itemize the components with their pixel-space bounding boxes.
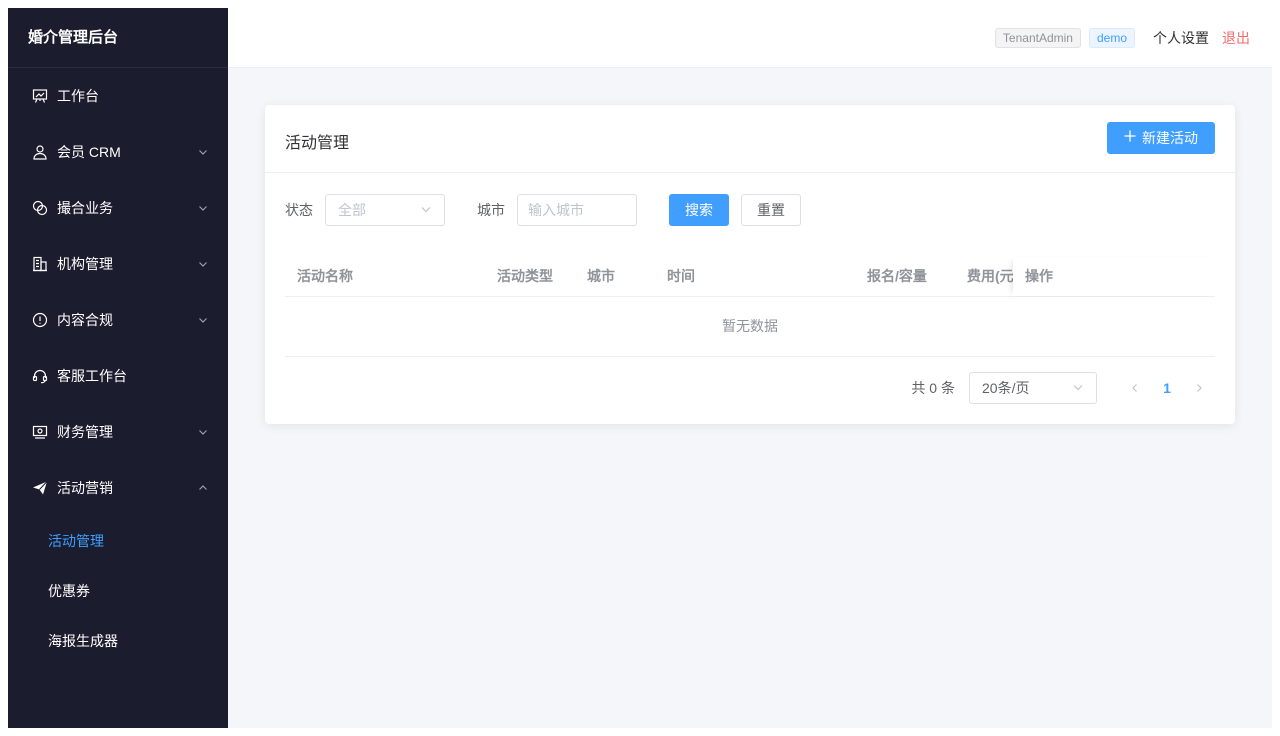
chevron-down-icon [198, 315, 208, 325]
event-management-card: 活动管理 新建活动 状态 全部 城市 搜索 重置 活动名称 [265, 105, 1235, 424]
app-frame: 婚介管理后台 工作台 会员 CRM 撮合业务 机构管理 内容合规 客服工作台 财… [8, 8, 1272, 728]
fixed-action-column: 操作 [1013, 258, 1215, 296]
header-actions: TenantAdmin demo 个人设置 退出 [994, 8, 1250, 68]
sidebar-item-workbench[interactable]: 工作台 [8, 68, 228, 124]
status-select-value: 全部 [338, 202, 366, 218]
empty-state: 暂无数据 [285, 297, 1215, 357]
city-input[interactable] [517, 194, 637, 226]
presentation-board-icon [32, 88, 48, 104]
top-header: TenantAdmin demo 个人设置 退出 [228, 8, 1272, 68]
pagination: 共 0 条 20条/页 1 [911, 372, 1215, 404]
column-header-city: 城市 [587, 268, 615, 284]
sidebar-item-label: 工作台 [57, 88, 99, 104]
chevron-down-icon [198, 427, 208, 437]
page-number-current[interactable]: 1 [1151, 372, 1183, 404]
column-header-fee: 费用(元) [967, 268, 1013, 284]
sidebar-item-label: 撮合业务 [57, 200, 113, 216]
search-button[interactable]: 搜索 [669, 194, 729, 226]
chevron-down-icon [420, 202, 432, 218]
sidebar-subitem-event-management[interactable]: 活动管理 [8, 516, 228, 566]
sidebar-item-label: 会员 CRM [57, 144, 121, 160]
sidebar-item-organization[interactable]: 机构管理 [8, 236, 228, 292]
sidebar-item-member-crm[interactable]: 会员 CRM [8, 124, 228, 180]
profile-settings-link[interactable]: 个人设置 [1153, 28, 1209, 48]
prev-page-button[interactable] [1119, 372, 1151, 404]
page-title: 活动管理 [285, 135, 350, 152]
page-size-select[interactable]: 20条/页 [969, 372, 1097, 404]
sidebar-item-matching[interactable]: 撮合业务 [8, 180, 228, 236]
city-label: 城市 [477, 202, 505, 218]
sidebar-item-label: 活动营销 [57, 480, 113, 496]
plus-icon [1124, 130, 1136, 146]
sidebar-item-content-compliance[interactable]: 内容合规 [8, 292, 228, 348]
send-icon [32, 480, 48, 496]
sidebar-item-event-marketing[interactable]: 活动营销 [8, 460, 228, 516]
new-event-button[interactable]: 新建活动 [1107, 122, 1215, 154]
filter-bar: 状态 全部 城市 搜索 重置 [285, 194, 801, 226]
headset-icon [32, 368, 48, 384]
chevron-down-icon [198, 147, 208, 157]
chevron-left-icon [1132, 384, 1137, 392]
card-header: 活动管理 新建活动 [265, 105, 1235, 173]
status-label: 状态 [285, 202, 313, 218]
chevron-right-icon [1197, 384, 1202, 392]
column-header-name: 活动名称 [297, 268, 353, 284]
new-event-label: 新建活动 [1142, 130, 1198, 146]
sidebar-item-label: 财务管理 [57, 424, 113, 440]
chevron-down-icon [198, 203, 208, 213]
chevron-down-icon [198, 259, 208, 269]
sidebar-subitem-coupons[interactable]: 优惠券 [8, 566, 228, 616]
sidebar-subitem-poster-generator[interactable]: 海报生成器 [8, 616, 228, 666]
sidebar: 婚介管理后台 工作台 会员 CRM 撮合业务 机构管理 内容合规 客服工作台 财… [8, 8, 228, 728]
sidebar-item-label: 客服工作台 [57, 368, 127, 384]
warning-circle-icon [32, 312, 48, 328]
chevron-up-icon [198, 483, 208, 493]
page-size-value: 20条/页 [982, 380, 1030, 396]
chevron-down-icon [1072, 380, 1084, 396]
column-header-actions: 操作 [1025, 268, 1053, 284]
username-tag: demo [1088, 28, 1135, 48]
table-header: 活动名称 活动类型 城市 时间 报名/容量 费用(元) 操作 [285, 258, 1215, 297]
column-header-type: 活动类型 [497, 268, 553, 284]
sidebar-item-finance[interactable]: 财务管理 [8, 404, 228, 460]
reset-button[interactable]: 重置 [741, 194, 801, 226]
sidebar-item-label: 机构管理 [57, 256, 113, 272]
logout-link[interactable]: 退出 [1222, 28, 1250, 48]
sidebar-item-customer-service[interactable]: 客服工作台 [8, 348, 228, 404]
status-select[interactable]: 全部 [325, 194, 445, 226]
user-icon [32, 144, 48, 160]
app-title: 婚介管理后台 [8, 8, 228, 68]
column-header-signup-capacity: 报名/容量 [867, 268, 927, 284]
column-header-time: 时间 [667, 268, 695, 284]
building-icon [32, 256, 48, 272]
next-page-button[interactable] [1183, 372, 1215, 404]
events-table: 活动名称 活动类型 城市 时间 报名/容量 费用(元) 操作 暂无数据 [285, 258, 1215, 357]
sidebar-item-label: 内容合规 [57, 312, 113, 328]
match-icon [32, 200, 48, 216]
pagination-total: 共 0 条 [911, 380, 955, 396]
tenant-role-tag: TenantAdmin [994, 28, 1081, 48]
wallet-icon [32, 424, 48, 440]
